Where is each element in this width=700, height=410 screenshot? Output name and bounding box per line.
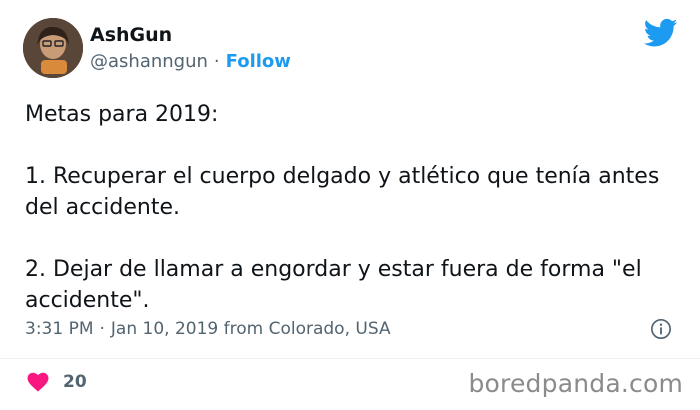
tweet-paragraph: 1. Recuperar el cuerpo delgado y atlétic… [25, 164, 660, 220]
info-icon[interactable] [650, 318, 672, 340]
user-handle[interactable]: @ashanngun [90, 51, 208, 72]
separator-dot: · [99, 319, 105, 339]
watermark: boredpanda.com [468, 369, 683, 398]
tweet-date: Jan 10, 2019 [110, 319, 219, 339]
avatar[interactable] [23, 18, 83, 78]
handle-row: @ashanngun · Follow [90, 51, 291, 72]
tweet-location: from Colorado, USA [223, 319, 391, 339]
like-count[interactable]: 20 [63, 372, 87, 392]
tweet-paragraph: 2. Dejar de llamar a engordar y estar fu… [25, 257, 642, 313]
display-name[interactable]: AshGun [90, 24, 172, 46]
separator-dot: · [213, 51, 220, 72]
tweet-time: 3:31 PM [25, 319, 94, 339]
twitter-bird-icon[interactable] [644, 18, 678, 48]
heart-icon[interactable] [27, 372, 49, 392]
tweet-paragraph: Metas para 2019: [25, 102, 219, 127]
tweet-card: AshGun @ashanngun · Follow Metas para 2019… [0, 0, 700, 410]
follow-button[interactable]: Follow [226, 51, 291, 72]
tweet-text: Metas para 2019: 1. Recuperar el cuerpo … [25, 99, 685, 316]
divider [0, 358, 700, 359]
tweet-meta[interactable]: 3:31 PM · Jan 10, 2019 from Colorado, USA [25, 319, 391, 339]
